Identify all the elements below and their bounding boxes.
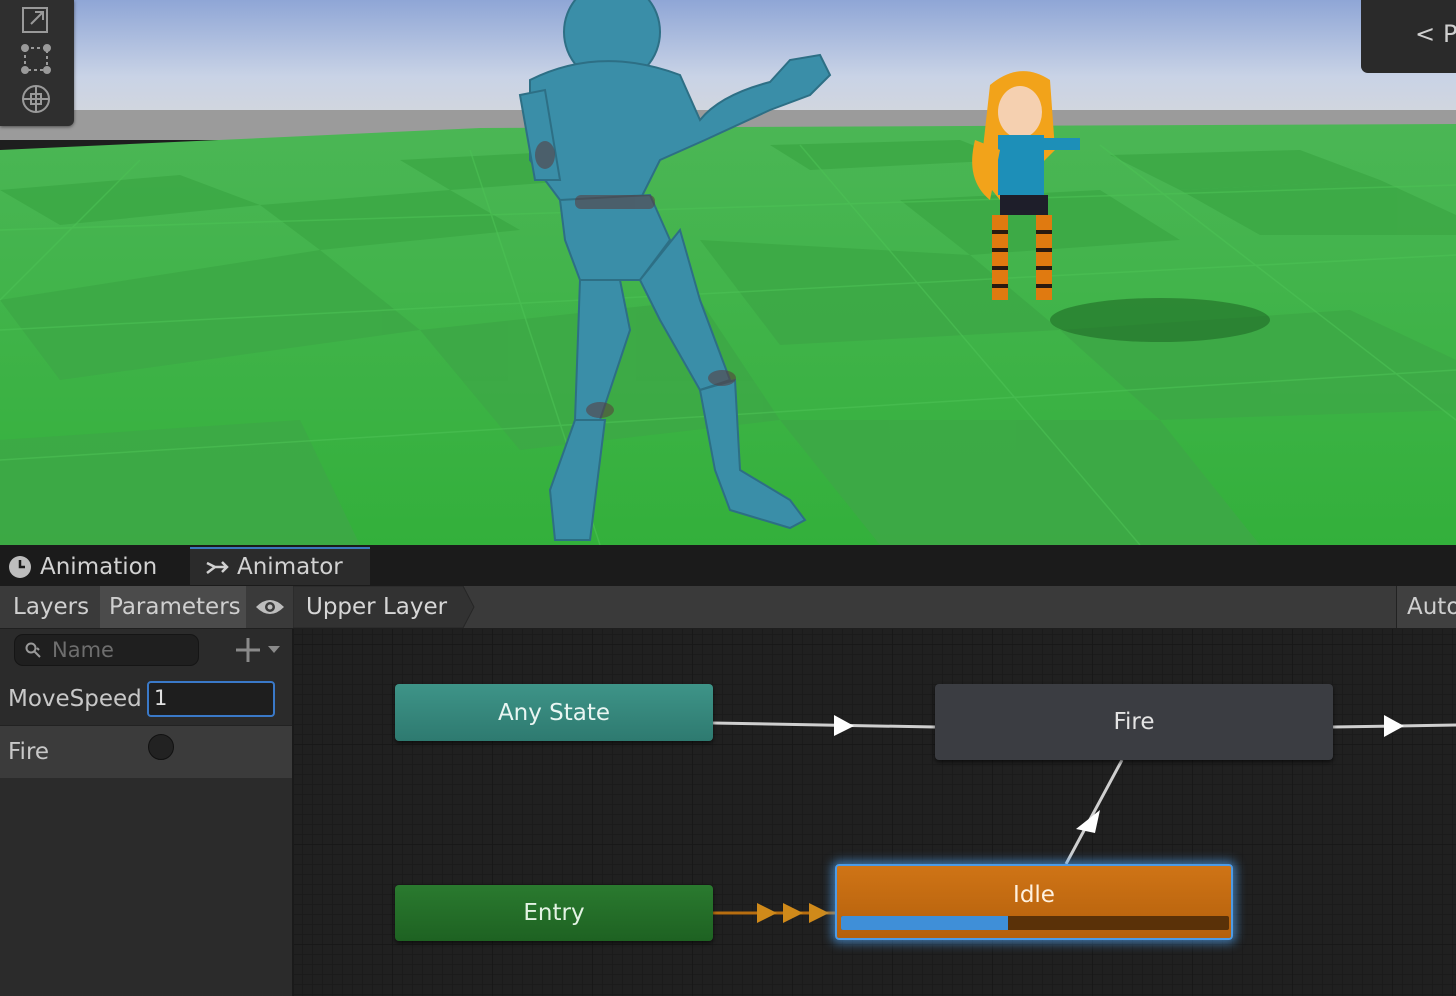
- rect-tool-icon[interactable]: [14, 40, 58, 78]
- movespeed-value-field[interactable]: 1: [147, 681, 275, 717]
- chevron-left-icon: <: [1415, 20, 1436, 48]
- clock-icon: [8, 555, 32, 579]
- breadcrumb[interactable]: Upper Layer: [293, 586, 475, 628]
- parameter-row-fire[interactable]: Fire: [0, 726, 292, 778]
- animator-panel: Animation Animator Layers Parameters Upp…: [0, 545, 1456, 996]
- state-machine-graph[interactable]: Any State Fire Entry Idle: [294, 629, 1456, 996]
- fire-trigger-toggle[interactable]: [148, 734, 174, 760]
- animator-icon: [205, 555, 229, 579]
- eye-icon[interactable]: [248, 586, 292, 628]
- parameter-search-input[interactable]: Name: [14, 634, 199, 666]
- window-tabbar: Animation Animator: [0, 545, 1456, 586]
- search-icon: [24, 641, 42, 659]
- idle-progress-bar: [841, 916, 1229, 930]
- scene-tool-strip: [0, 0, 74, 126]
- breadcrumb-layer-name: Upper Layer: [306, 594, 448, 620]
- auto-live-link-button[interactable]: Auto: [1396, 586, 1456, 628]
- overlay-label: P: [1443, 20, 1456, 48]
- tab-animator-label: Animator: [237, 554, 343, 580]
- tab-animation-label: Animation: [40, 554, 158, 580]
- idle-label: Idle: [1013, 882, 1055, 908]
- parameter-name: MoveSpeed: [8, 686, 142, 712]
- parameter-name: Fire: [8, 739, 50, 765]
- rect-transform-icon[interactable]: [14, 0, 58, 38]
- add-parameter-button[interactable]: [234, 634, 286, 666]
- transform-icon[interactable]: [14, 80, 58, 118]
- parameters-tab[interactable]: Parameters: [100, 586, 246, 628]
- tab-animation[interactable]: Animation: [0, 548, 188, 586]
- parameter-row-movespeed[interactable]: MoveSpeed 1: [0, 673, 292, 726]
- parameters-pane: Name MoveSpeed 1 Fire: [0, 629, 294, 996]
- overlay-panel-tab[interactable]: < P: [1361, 0, 1456, 73]
- idle-progress-fill: [841, 916, 1008, 930]
- layers-tab[interactable]: Layers: [0, 586, 100, 628]
- state-node-entry[interactable]: Entry: [395, 885, 713, 941]
- state-node-fire[interactable]: Fire: [935, 684, 1333, 760]
- search-placeholder: Name: [52, 638, 114, 662]
- tab-animator[interactable]: Animator: [190, 547, 370, 585]
- scene-viewport[interactable]: [0, 0, 1456, 545]
- state-node-any-state[interactable]: Any State: [395, 684, 713, 741]
- state-node-idle[interactable]: Idle: [835, 864, 1233, 940]
- animator-toolbar: Layers Parameters Upper Layer Auto: [0, 586, 1456, 629]
